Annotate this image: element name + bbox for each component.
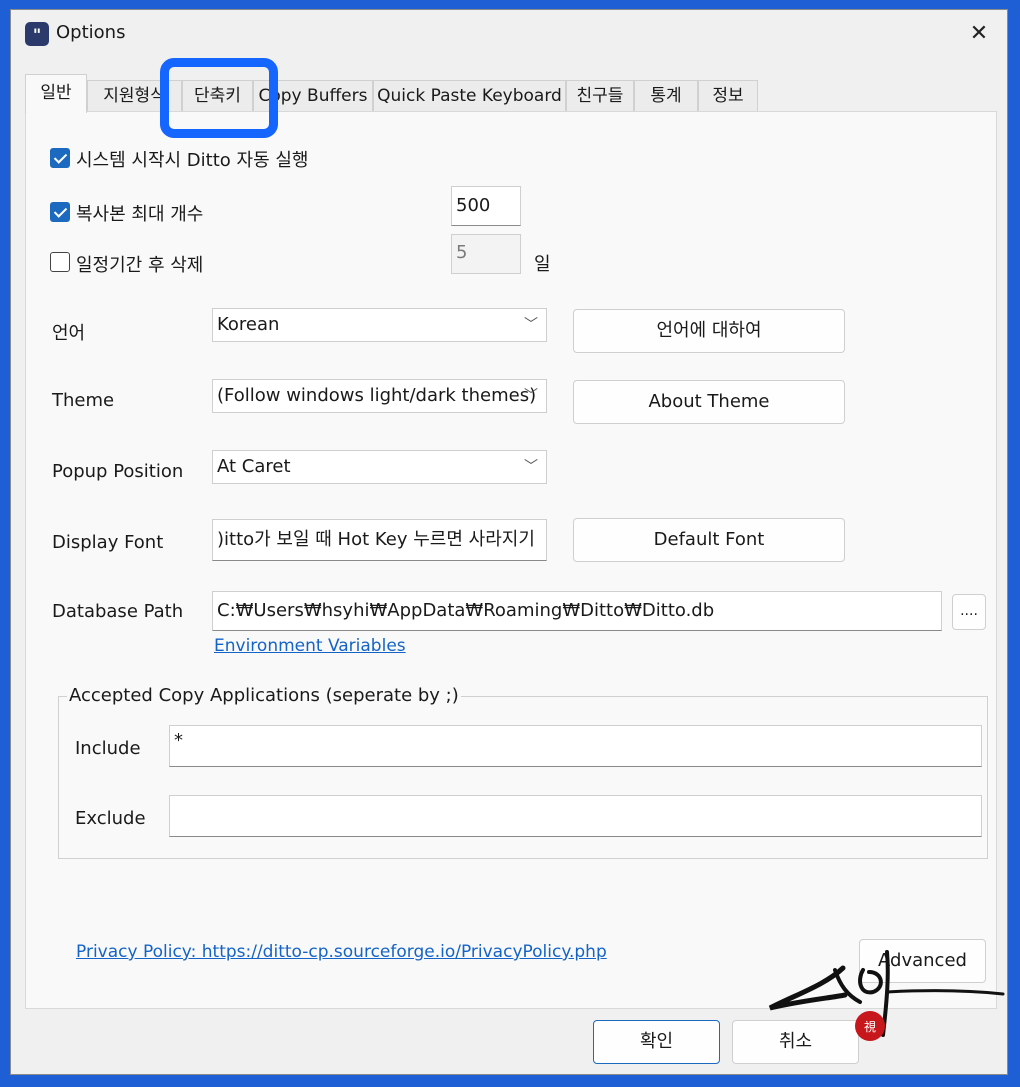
default-font-button[interactable]: Default Font: [573, 518, 845, 562]
popup-position-select[interactable]: At Caret ﹀: [212, 450, 547, 484]
ditto-app-icon: ": [25, 22, 49, 46]
startup-label: 시스템 시작시 Ditto 자동 실행: [76, 150, 309, 171]
about-language-button[interactable]: 언어에 대하여: [573, 309, 845, 353]
exclude-input[interactable]: [169, 795, 982, 837]
chevron-down-icon: ﹀: [524, 459, 538, 475]
privacy-policy-link[interactable]: Privacy Policy: https://ditto-cp.sourcef…: [76, 942, 607, 962]
options-window: " Options ✕ 일반 지원형식 단축키 Copy Buffers Qui…: [10, 9, 1008, 1075]
popup-position-select-value: At Caret: [217, 456, 291, 477]
hotkeys-tab-highlight: [160, 58, 278, 138]
expire-label: 일정기간 후 삭제: [76, 255, 204, 276]
display-font-input[interactable]: )itto가 보일 때 Hot Key 누르면 사라지기: [212, 519, 547, 561]
theme-select[interactable]: (Follow windows light/dark themes) ﹀: [212, 379, 547, 413]
title-bar: " Options ✕: [11, 10, 1007, 58]
max-copies-input[interactable]: 500: [451, 186, 521, 226]
close-icon[interactable]: ✕: [959, 16, 999, 52]
ok-button[interactable]: 확인: [593, 1020, 720, 1064]
about-theme-button[interactable]: About Theme: [573, 380, 845, 424]
svg-text:視: 視: [864, 1019, 876, 1034]
expire-days-input[interactable]: 5: [451, 234, 521, 274]
startup-checkbox[interactable]: [50, 148, 70, 168]
theme-select-value: (Follow windows light/dark themes): [217, 385, 537, 406]
general-panel: 시스템 시작시 Ditto 자동 실행 복사본 최대 개수 500 일정기간 후…: [25, 111, 997, 1009]
window-title: Options: [56, 22, 126, 43]
language-select-value: Korean: [217, 314, 280, 335]
database-path-input[interactable]: C:₩Users₩hsyhi₩AppData₩Roaming₩Ditto₩Dit…: [212, 591, 942, 631]
display-font-label: Display Font: [52, 532, 164, 553]
popup-position-label: Popup Position: [52, 461, 184, 482]
max-copies-label: 복사본 최대 개수: [76, 204, 204, 225]
tab-stats[interactable]: 통계: [634, 80, 698, 111]
chevron-down-icon: ﹀: [524, 388, 538, 404]
max-copies-checkbox[interactable]: [50, 202, 70, 222]
tab-about[interactable]: 정보: [698, 80, 758, 111]
tab-quick-paste-keyboard[interactable]: Quick Paste Keyboard: [373, 80, 566, 111]
theme-label: Theme: [52, 390, 115, 411]
group-title: Accepted Copy Applications (seperate by …: [67, 685, 461, 706]
database-path-label: Database Path: [52, 601, 184, 622]
chevron-down-icon: ﹀: [524, 317, 538, 333]
include-label: Include: [75, 738, 141, 759]
tab-general[interactable]: 일반: [25, 74, 87, 113]
signature-watermark: 視: [768, 950, 1005, 1041]
expire-unit-label: 일: [534, 254, 551, 275]
language-select[interactable]: Korean ﹀: [212, 308, 547, 342]
language-label: 언어: [52, 323, 86, 344]
exclude-label: Exclude: [75, 808, 146, 829]
tab-friends[interactable]: 친구들: [566, 80, 634, 111]
browse-database-button[interactable]: ....: [952, 594, 986, 630]
include-input[interactable]: *: [169, 725, 982, 767]
environment-variables-link[interactable]: Environment Variables: [214, 636, 406, 656]
accepted-copy-applications-group: Accepted Copy Applications (seperate by …: [58, 685, 988, 859]
expire-checkbox[interactable]: [50, 252, 70, 272]
